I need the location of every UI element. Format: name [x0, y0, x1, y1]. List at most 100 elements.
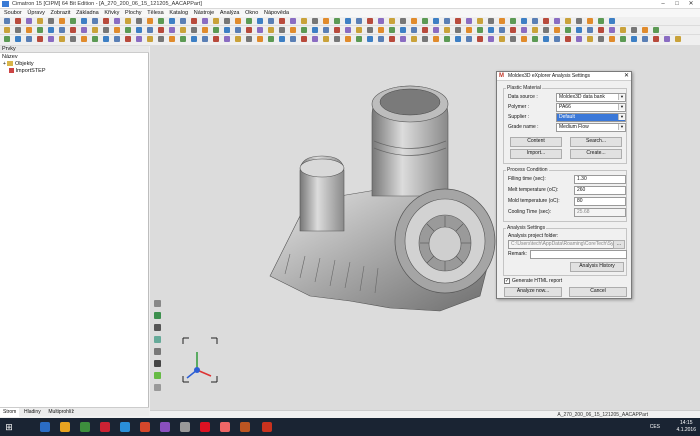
toolbar-tool-icon[interactable] [191, 36, 197, 42]
toolbar-tool-icon[interactable] [356, 36, 362, 42]
toolbar-tool-icon[interactable] [488, 36, 494, 42]
toolbar-tool-icon[interactable] [598, 18, 604, 24]
toolbar-tool-icon[interactable] [224, 18, 230, 24]
toolbar-tool-icon[interactable] [301, 18, 307, 24]
toolbar-tool-icon[interactable] [444, 27, 450, 33]
menu-telesa[interactable]: Tělesa [147, 9, 164, 17]
toolbar-tool-icon[interactable] [15, 27, 21, 33]
view-tool-icon[interactable] [154, 372, 161, 379]
toolbar-tool-icon[interactable] [609, 36, 615, 42]
toolbar-tool-icon[interactable] [543, 18, 549, 24]
toolbar-tool-icon[interactable] [631, 36, 637, 42]
toolbar-tool-icon[interactable] [510, 18, 516, 24]
toolbar-tool-icon[interactable] [411, 18, 417, 24]
toolbar-tool-icon[interactable] [103, 18, 109, 24]
toolbar-tool-icon[interactable] [334, 27, 340, 33]
toolbar-tool-icon[interactable] [477, 27, 483, 33]
menu-katalog[interactable]: Katalog [169, 9, 188, 17]
toolbar-tool-icon[interactable] [235, 18, 241, 24]
toolbar-tool-icon[interactable] [444, 18, 450, 24]
view-tool-icon[interactable] [154, 300, 161, 307]
toolbar-tool-icon[interactable] [400, 18, 406, 24]
toolbar-tool-icon[interactable] [543, 27, 549, 33]
toolbar-tool-icon[interactable] [345, 18, 351, 24]
toolbar-tool-icon[interactable] [367, 36, 373, 42]
toolbar-tool-icon[interactable] [664, 36, 670, 42]
toolbar-tool-icon[interactable] [103, 36, 109, 42]
toolbar-tool-icon[interactable] [323, 36, 329, 42]
toolbar-tool-icon[interactable] [466, 36, 472, 42]
toolbar-tool-icon[interactable] [334, 18, 340, 24]
toolbar-tool-icon[interactable] [15, 18, 21, 24]
taskbar-app-icon[interactable] [220, 422, 230, 432]
toolbar-tool-icon[interactable] [48, 27, 54, 33]
toolbar-tool-icon[interactable] [620, 27, 626, 33]
menu-soubor[interactable]: Soubor [4, 9, 22, 17]
toolbar-tool-icon[interactable] [279, 27, 285, 33]
toolbar-tool-icon[interactable] [499, 36, 505, 42]
toolbar-tool-icon[interactable] [268, 18, 274, 24]
toolbar-tool-icon[interactable] [455, 18, 461, 24]
toolbar-tool-icon[interactable] [521, 27, 527, 33]
toolbar-tool-icon[interactable] [70, 36, 76, 42]
toolbar-tool-icon[interactable] [356, 27, 362, 33]
toolbar-tool-icon[interactable] [433, 36, 439, 42]
toolbar-tool-icon[interactable] [565, 27, 571, 33]
view-tool-icon[interactable] [154, 360, 161, 367]
toolbar-tool-icon[interactable] [224, 27, 230, 33]
toolbar-tool-icon[interactable] [158, 18, 164, 24]
remark-input[interactable] [530, 250, 627, 259]
menu-zobrazit[interactable]: Zobrazit [51, 9, 71, 17]
toolbar-tool-icon[interactable] [180, 27, 186, 33]
toolbar-tool-icon[interactable] [565, 36, 571, 42]
toolbar-tool-icon[interactable] [15, 36, 21, 42]
toolbar-tool-icon[interactable] [587, 36, 593, 42]
toolbar-tool-icon[interactable] [59, 27, 65, 33]
tab-multiprohliz[interactable]: Multiprohlíž [45, 408, 77, 417]
toolbar-tool-icon[interactable] [389, 27, 395, 33]
menu-upravy[interactable]: Úpravy [27, 9, 44, 17]
data-source-select[interactable]: Moldex3D data bank ▼ [556, 93, 626, 102]
toolbar-tool-icon[interactable] [576, 27, 582, 33]
toolbar-tool-icon[interactable] [422, 36, 428, 42]
toolbar-tool-icon[interactable] [587, 27, 593, 33]
toolbar-tool-icon[interactable] [114, 18, 120, 24]
toolbar-tool-icon[interactable] [367, 18, 373, 24]
toolbar-tool-icon[interactable] [48, 36, 54, 42]
taskbar-app-icon[interactable] [180, 422, 190, 432]
supplier-select[interactable]: Default ▼ [556, 113, 626, 122]
taskbar-app-icon[interactable] [240, 422, 250, 432]
toolbar-tool-icon[interactable] [598, 27, 604, 33]
toolbar-tool-icon[interactable] [521, 18, 527, 24]
tab-strom[interactable]: Strom [0, 408, 20, 417]
melt-temperature-input[interactable]: 260 [574, 186, 626, 195]
view-tool-icon[interactable] [154, 324, 161, 331]
toolbar-tool-icon[interactable] [26, 18, 32, 24]
toolbar-tool-icon[interactable] [455, 36, 461, 42]
toolbar-tool-icon[interactable] [334, 36, 340, 42]
toolbar-tool-icon[interactable] [510, 36, 516, 42]
create-button[interactable]: Create... [570, 149, 622, 159]
toolbar-tool-icon[interactable] [26, 27, 32, 33]
toolbar-tool-icon[interactable] [147, 27, 153, 33]
toolbar-tool-icon[interactable] [378, 18, 384, 24]
browse-folder-button[interactable]: ... [613, 240, 625, 249]
toolbar-tool-icon[interactable] [4, 18, 10, 24]
toolbar-tool-icon[interactable] [532, 27, 538, 33]
toolbar-tool-icon[interactable] [653, 36, 659, 42]
toolbar-tool-icon[interactable] [312, 27, 318, 33]
toolbar-tool-icon[interactable] [202, 27, 208, 33]
toolbar-tool-icon[interactable] [235, 36, 241, 42]
toolbar-tool-icon[interactable] [92, 18, 98, 24]
toolbar-tool-icon[interactable] [180, 36, 186, 42]
polymer-select[interactable]: PA66 ▼ [556, 103, 626, 112]
taskbar-app-icon[interactable] [160, 422, 170, 432]
toolbar-tool-icon[interactable] [532, 18, 538, 24]
toolbar-tool-icon[interactable] [631, 27, 637, 33]
toolbar-tool-icon[interactable] [345, 27, 351, 33]
toolbar-tool-icon[interactable] [37, 18, 43, 24]
toolbar-tool-icon[interactable] [158, 27, 164, 33]
taskbar-app-icon[interactable] [100, 422, 110, 432]
toolbar-tool-icon[interactable] [81, 18, 87, 24]
toolbar-tool-icon[interactable] [400, 36, 406, 42]
